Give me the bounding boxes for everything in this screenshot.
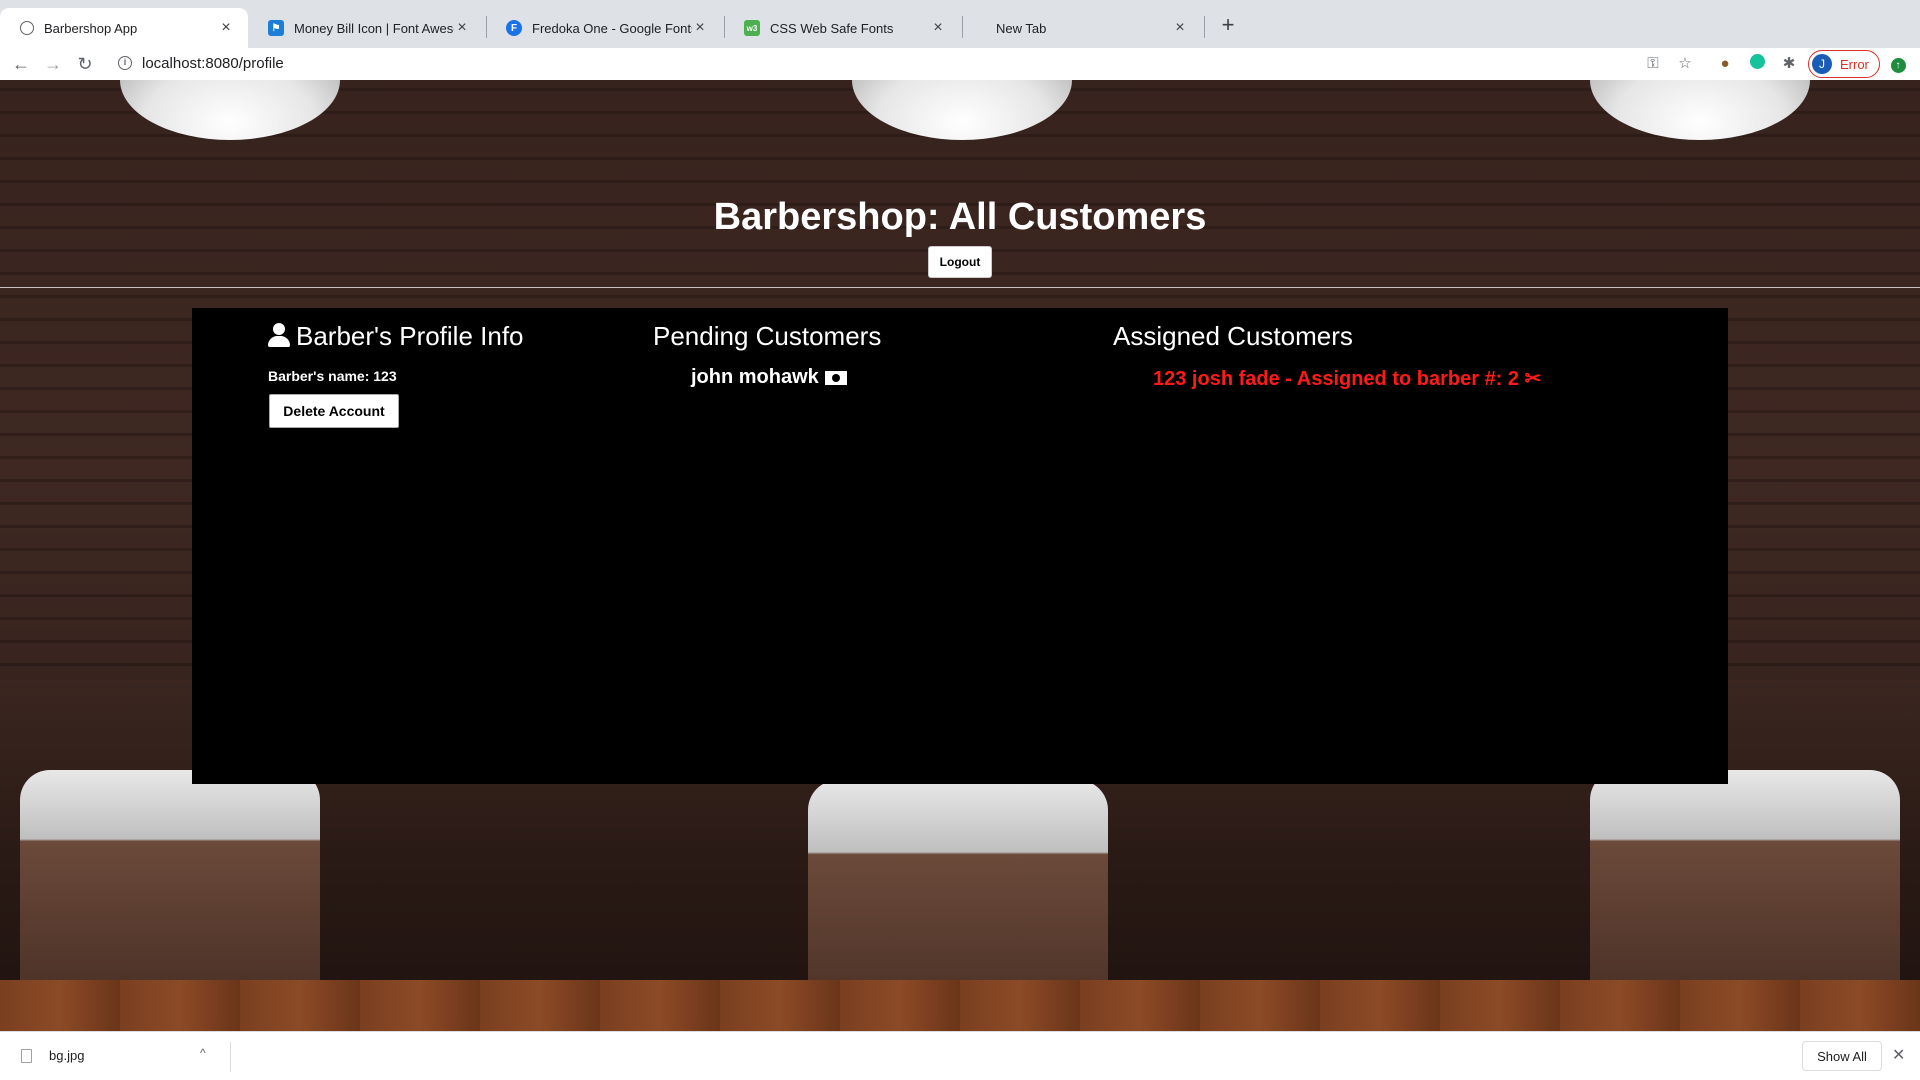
money-bill-icon[interactable] (824, 370, 847, 385)
back-arrow-icon[interactable]: ← (9, 52, 33, 76)
ceiling-lamp (1590, 80, 1810, 140)
tab-title: Fredoka One - Google Fonts (532, 20, 692, 36)
tab-title: Money Bill Icon | Font Awesome (294, 20, 454, 36)
header-divider (0, 287, 1920, 288)
profile-status: Error (1840, 56, 1869, 72)
page-viewport: Barbershop: All Customers Logout Barber'… (0, 80, 1920, 1031)
tab-separator (1204, 16, 1205, 38)
tab-new-tab[interactable]: New Tab × (962, 8, 1202, 48)
download-file-name[interactable]: bg.jpg (49, 1048, 84, 1063)
tab-fredoka-one[interactable]: F Fredoka One - Google Fonts × (486, 8, 722, 48)
user-icon (268, 323, 290, 347)
show-all-button[interactable]: Show All (1802, 1041, 1882, 1071)
pending-customer-name: john mohawk (691, 366, 819, 388)
assigned-customer-text: 123 josh fade - Assigned to barber #: 2 (1153, 368, 1520, 390)
grammarly-extension-icon[interactable] (1747, 54, 1767, 74)
scissors-icon[interactable]: ✂ (1525, 368, 1542, 390)
chevron-up-icon[interactable]: ^ (200, 1046, 206, 1060)
assigned-customer-item[interactable]: 123 josh fade - Assigned to barber #: 2 … (1153, 366, 1541, 391)
f-letter-icon: F (506, 20, 522, 36)
file-icon (21, 1049, 32, 1063)
star-icon[interactable]: ☆ (1675, 54, 1695, 74)
pending-heading: Pending Customers (653, 321, 882, 351)
update-arrow-icon[interactable]: ↑ (1888, 54, 1908, 74)
ceiling-lamp (852, 80, 1072, 140)
page-title: Barbershop: All Customers (713, 196, 1207, 238)
content-panel: Barber's Profile Info Barber's name: 123… (192, 308, 1728, 784)
flag-icon: ⚑ (268, 20, 284, 36)
profile-heading: Barber's Profile Info (268, 321, 524, 352)
browser-toolbar: ← → ↻ i localhost:8080/profile ⚿ ☆ ● ✱ J… (0, 48, 1920, 81)
assigned-heading: Assigned Customers (1113, 321, 1353, 351)
close-icon[interactable]: × (454, 19, 470, 37)
tab-title: CSS Web Safe Fonts (770, 20, 894, 36)
forward-arrow-icon[interactable]: → (41, 52, 65, 76)
tab-barbershop-app[interactable]: Barbershop App × (0, 8, 248, 48)
close-icon[interactable]: ✕ (1892, 1045, 1905, 1065)
barber-chair-image (1590, 770, 1900, 1000)
tab-title: Barbershop App (44, 20, 138, 36)
profile-button[interactable]: J Error (1808, 50, 1880, 78)
close-icon[interactable]: × (1172, 19, 1188, 37)
ceiling-lamp (120, 80, 340, 140)
download-separator (230, 1042, 231, 1072)
key-icon[interactable]: ⚿ (1643, 54, 1663, 74)
puzzle-extensions-icon[interactable]: ✱ (1779, 54, 1799, 74)
download-bar: bg.jpg ^ Show All ✕ (0, 1031, 1920, 1080)
barber-chair-image (20, 770, 320, 1000)
barber-name: Barber's name: 123 (268, 368, 397, 384)
globe-icon (20, 21, 34, 35)
address-bar[interactable]: localhost:8080/profile (142, 55, 284, 72)
profile-heading-text: Barber's Profile Info (296, 321, 524, 351)
cookie-extension-icon[interactable]: ● (1715, 54, 1735, 74)
w3-icon: w3 (744, 20, 760, 36)
close-icon[interactable]: × (930, 19, 946, 37)
pending-customer-item[interactable]: john mohawk (691, 366, 847, 389)
tab-strip: Barbershop App × ⚑ Money Bill Icon | Fon… (0, 0, 1920, 48)
info-icon[interactable]: i (118, 56, 132, 70)
background-wood-floor (0, 980, 1920, 1031)
avatar: J (1812, 54, 1832, 74)
tab-money-bill-icon[interactable]: ⚑ Money Bill Icon | Font Awesome × (248, 8, 484, 48)
tab-css-web-safe-fonts[interactable]: w3 CSS Web Safe Fonts × (724, 8, 960, 48)
tab-title: New Tab (996, 20, 1047, 36)
delete-account-button[interactable]: Delete Account (269, 394, 399, 428)
close-icon[interactable]: × (692, 19, 708, 37)
logout-button[interactable]: Logout (928, 246, 992, 278)
close-icon[interactable]: × (218, 19, 234, 37)
reload-icon[interactable]: ↻ (73, 52, 97, 76)
new-tab-plus-icon[interactable]: + (1214, 12, 1242, 40)
